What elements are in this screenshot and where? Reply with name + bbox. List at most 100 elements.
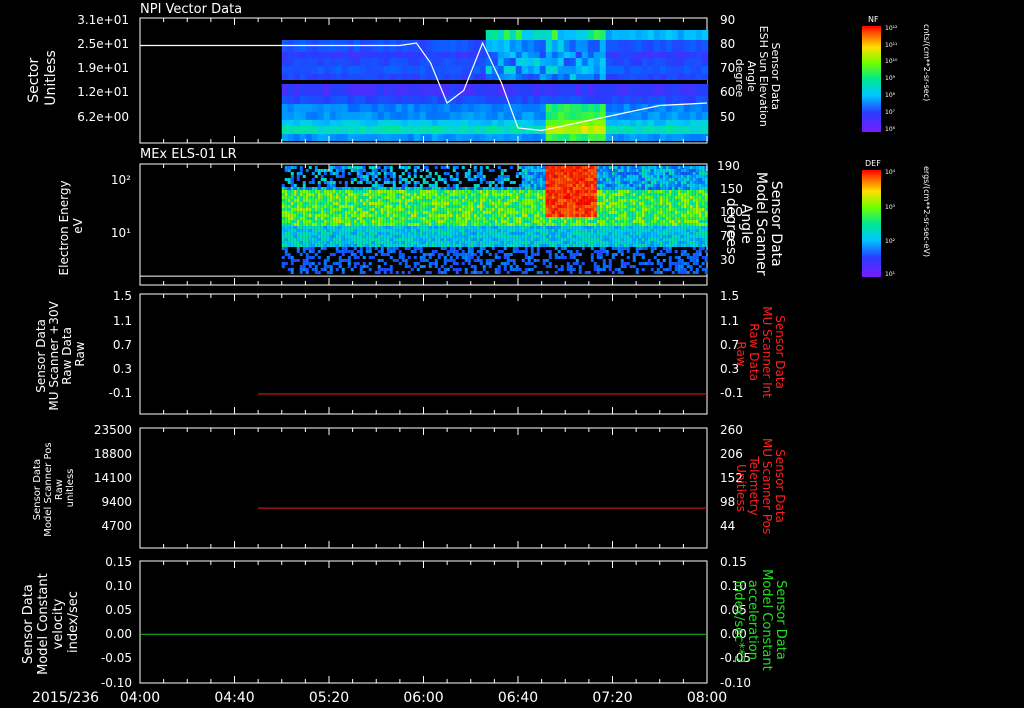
heatmap-cell [302,193,306,196]
heatmap-cell [509,58,517,66]
heatmap-cell [467,247,471,250]
heatmap-cell [596,220,600,223]
heatmap-cell [527,96,535,104]
heatmap-cell [530,190,534,193]
heatmap-cell [401,238,405,241]
heatmap-cell [545,223,549,226]
heatmap-cell [506,271,510,274]
heatmap-cell [677,244,681,247]
heatmap-cell [620,238,624,241]
heatmap-cell [638,244,642,247]
heatmap-cell [422,178,426,181]
heatmap-cell [659,58,667,66]
heatmap-cell [455,211,459,214]
heatmap-cell [311,193,315,196]
heatmap-cell [377,250,381,253]
heatmap-cell [407,190,411,193]
heatmap-cell [386,181,390,184]
heatmap-cell [656,259,660,262]
heatmap-cell [524,175,528,178]
heatmap-cell [335,250,339,253]
heatmap-cell [527,134,535,141]
heatmap-cell [323,211,327,214]
heatmap-cell [368,187,372,190]
heatmap-cell [686,223,690,226]
heatmap-cell [437,202,441,205]
heatmap-cell [638,190,642,193]
heatmap-cell [371,172,375,175]
heatmap-cell [602,247,606,250]
heatmap-cell [353,112,361,120]
heatmap-cell [515,196,519,199]
heatmap-cell [281,120,289,126]
heatmap-cell [506,199,510,202]
heatmap-cell [506,202,510,205]
heatmap-cell [461,134,469,141]
heatmap-cell [491,84,499,96]
heatmap-cell [677,238,681,241]
heatmap-cell [689,181,693,184]
heatmap-cell [368,262,372,265]
heatmap-cell [374,214,378,217]
heatmap-cell [590,178,594,181]
heatmap-cell [542,211,546,214]
heatmap-cell [593,96,601,104]
heatmap-cell [659,169,663,172]
heatmap-cell [659,250,663,253]
heatmap-cell [683,52,691,58]
heatmap-cell [356,175,360,178]
heatmap-cell [299,190,303,193]
heatmap-cell [572,214,576,217]
heatmap-cell [461,40,469,52]
heatmap-cell [359,217,363,220]
heatmap-cell [491,214,495,217]
heatmap-cell [452,214,456,217]
heatmap-cell [311,268,315,271]
heatmap-cell [365,104,373,112]
heatmap-cell [548,205,552,208]
heatmap-cell [635,253,639,256]
heatmap-cell [488,184,492,187]
heatmap-cell [371,187,375,190]
heatmap-cell [668,196,672,199]
heatmap-cell [302,229,306,232]
heatmap-cell [302,238,306,241]
heatmap-cell [554,244,558,247]
heatmap-cell [581,229,585,232]
heatmap-cell [368,208,372,211]
heatmap-cell [470,187,474,190]
heatmap-cell [308,196,312,199]
heatmap-cell [479,217,483,220]
heatmap-cell [437,205,441,208]
heatmap-cell [437,211,441,214]
heatmap-cell [413,175,417,178]
heatmap-cell [596,166,600,169]
heatmap-cell [461,223,465,226]
heatmap-cell [521,235,525,238]
heatmap-cell [563,40,571,52]
heatmap-cell [347,126,355,134]
heatmap-cell [635,241,639,244]
heatmap-cell [587,178,591,181]
heatmap-cell [449,66,457,74]
heatmap-cell [605,187,609,190]
heatmap-cell [368,223,372,226]
heatmap-cell [587,220,591,223]
heatmap-cell [437,208,441,211]
heatmap-cell [404,208,408,211]
heatmap-cell [647,220,651,223]
heatmap-cell [635,126,643,134]
heatmap-cell [641,181,645,184]
heatmap-cell [512,268,516,271]
heatmap-cell [293,199,297,202]
heatmap-cell [617,134,625,141]
heatmap-cell [539,40,547,52]
heatmap-cell [407,205,411,208]
heatmap-cell [497,84,505,96]
heatmap-cell [659,202,663,205]
heatmap-cell [302,190,306,193]
heatmap-cell [329,181,333,184]
heatmap-cell [629,235,633,238]
heatmap-cell [395,58,403,66]
heatmap-cell [359,120,367,126]
